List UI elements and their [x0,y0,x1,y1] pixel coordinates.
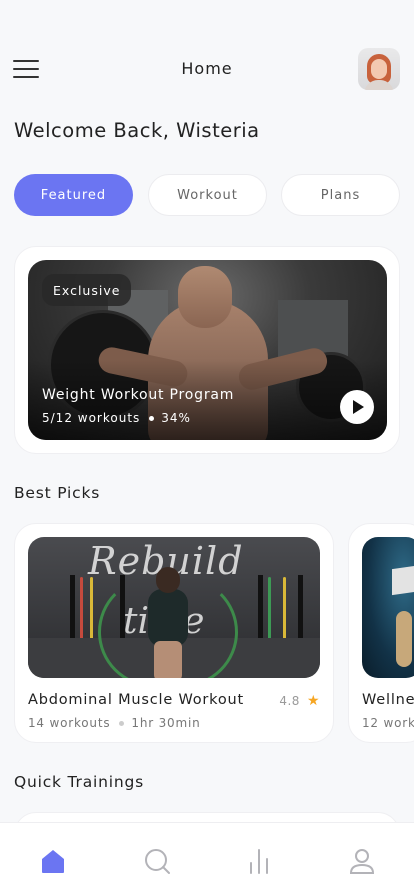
workout-title: Abdominal Muscle Workout [28,692,244,708]
home-icon[interactable] [37,845,69,877]
welcome-heading: Welcome Back, Wisteria [14,119,260,142]
rating-value: 4.8 [279,694,300,708]
best-pick-card[interactable]: Rebuild time Abdominal Muscle Workout 4.… [14,523,334,743]
tab-featured[interactable]: Featured [14,174,133,216]
best-picks-heading: Best Picks [14,484,101,502]
quick-trainings-heading: Quick Trainings [14,773,144,791]
featured-program-card[interactable]: Exclusive Weight Workout Program 5/12 wo… [14,246,400,454]
workout-image [362,537,414,678]
page-title: Home [181,59,233,78]
workout-count: 5/12 workouts [42,411,141,425]
tab-workout[interactable]: Workout [148,174,267,216]
tab-plans[interactable]: Plans [281,174,400,216]
stats-icon[interactable] [243,845,275,877]
workout-count: 12 worko [362,716,414,730]
featured-program-meta: 5/12 workouts 34% [42,411,191,425]
workout-image: Rebuild time [28,537,320,678]
profile-icon[interactable] [346,845,378,877]
star-icon: ★ [306,693,320,709]
play-icon[interactable] [340,390,374,424]
workout-title: Wellne [362,692,414,708]
exclusive-badge: Exclusive [42,274,132,306]
workout-rating: 4.8 ★ [279,693,320,709]
search-icon[interactable] [141,845,173,877]
workout-duration: 1hr 30min [131,716,201,730]
top-bar: Home [0,46,414,92]
workout-count: 14 workouts [28,716,111,730]
best-pick-card[interactable]: Wellne 12 worko [348,523,414,743]
workout-meta: 12 worko [362,716,414,730]
separator-dot [119,720,125,726]
featured-program-title: Weight Workout Program [42,387,235,403]
separator-dot [149,415,155,421]
progress-percent: 34% [161,411,191,425]
workout-meta: 14 workouts 1hr 30min [28,716,201,730]
user-avatar[interactable] [358,48,400,90]
bottom-navigation [0,822,414,896]
featured-program-image: Exclusive Weight Workout Program 5/12 wo… [28,260,387,440]
